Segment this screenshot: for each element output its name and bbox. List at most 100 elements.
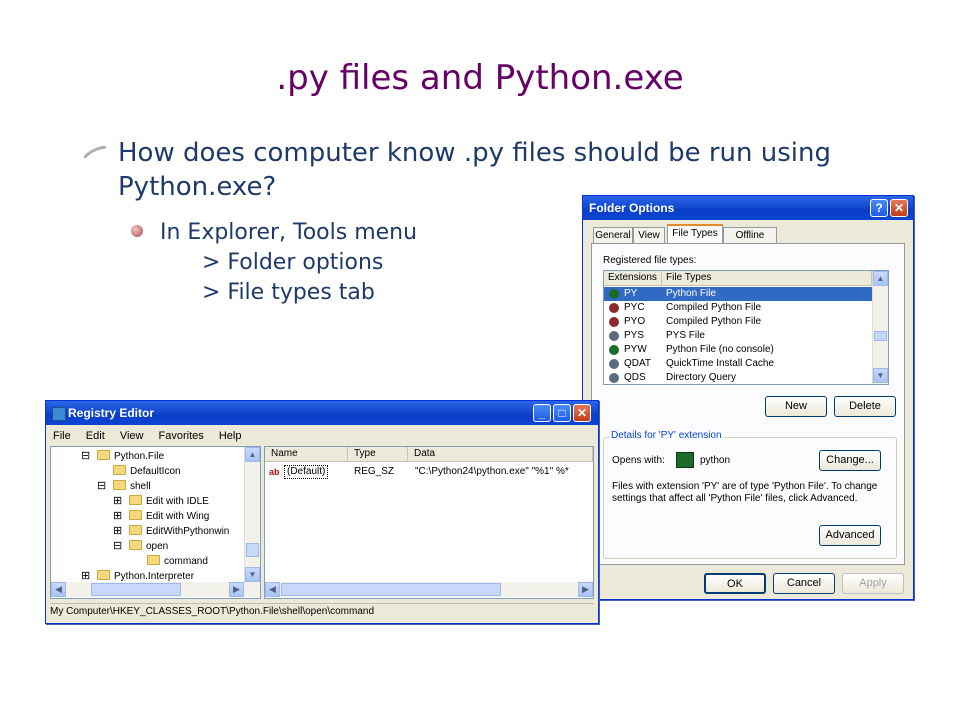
tree-key[interactable]: DefaultIcon <box>113 464 181 479</box>
value-name: (Default) <box>284 465 329 479</box>
file-type-row[interactable]: QDS Directory Query <box>604 371 872 384</box>
cancel-button[interactable]: Cancel <box>773 573 835 594</box>
folder-icon <box>113 465 126 475</box>
file-type-description: Python File <box>666 288 717 299</box>
tree-key-label: Edit with Wing <box>146 511 210 522</box>
tree-key[interactable]: ⊞ EditWithPythonwin <box>113 524 229 539</box>
tree-key-label: DefaultIcon <box>130 466 181 477</box>
new-button[interactable]: New <box>765 396 827 417</box>
menu-view[interactable]: View <box>120 430 144 442</box>
scroll-down-icon[interactable]: ▼ <box>873 368 888 383</box>
file-type-row[interactable]: PYC Compiled Python File <box>604 301 872 315</box>
file-type-icon <box>609 373 619 383</box>
file-type-row[interactable]: PYW Python File (no console) <box>604 343 872 357</box>
folder-icon <box>97 450 110 460</box>
tree-scroll-up-icon[interactable]: ▲ <box>245 447 260 462</box>
registry-title: Registry Editor <box>68 406 155 420</box>
folder-options-dialog: Folder Options ? ✕ General View File Typ… <box>582 195 914 600</box>
menu-file[interactable]: File <box>53 430 71 442</box>
values-pane[interactable]: Name Type Data ab (Default) REG_SZ "C:\P… <box>264 446 594 599</box>
tree-key[interactable]: ⊞ Edit with IDLE <box>113 494 209 509</box>
values-scroll-left-icon[interactable]: ◀ <box>265 582 280 597</box>
file-type-icon <box>609 345 619 355</box>
tree-key[interactable]: ⊞ Python.Interpreter <box>81 569 194 582</box>
tree-vscroll[interactable]: ▲ ▼ <box>244 447 260 582</box>
delete-button[interactable]: Delete <box>834 396 896 417</box>
menu-edit[interactable]: Edit <box>86 430 105 442</box>
tree-key-label: Python.File <box>114 451 165 462</box>
file-type-icon <box>609 303 619 313</box>
tree-scroll-left-icon[interactable]: ◀ <box>51 582 66 597</box>
menu-favorites[interactable]: Favorites <box>159 430 204 442</box>
change-button[interactable]: Change... <box>819 450 881 471</box>
collapse-icon[interactable]: ⊟ <box>81 449 90 464</box>
file-type-description: Compiled Python File <box>666 302 762 313</box>
tree-key[interactable]: ⊟ Python.File <box>81 449 165 464</box>
column-header-extensions[interactable]: Extensions <box>604 271 662 286</box>
folder-icon <box>113 480 126 490</box>
expand-icon[interactable]: ⊞ <box>113 524 122 539</box>
column-header-file-types[interactable]: File Types <box>662 271 872 286</box>
file-type-row[interactable]: PYS PYS File <box>604 329 872 343</box>
tree-hscroll[interactable]: ◀ ▶ <box>51 582 260 597</box>
collapse-icon[interactable]: ⊟ <box>113 539 122 554</box>
file-type-row[interactable]: PY Python File <box>604 287 872 301</box>
tab-panel: Registered file types: Extensions File T… <box>591 243 905 565</box>
bullet-dot-icon <box>131 225 143 237</box>
values-hscroll-thumb[interactable] <box>281 583 501 596</box>
opens-with-value: python <box>700 455 731 466</box>
file-types-scrollbar[interactable]: ▲ ▼ <box>872 271 888 384</box>
help-button[interactable]: ? <box>870 199 888 217</box>
tree-key[interactable]: ⊟ shell <box>97 479 151 494</box>
file-type-icon <box>609 359 619 369</box>
file-type-row[interactable]: QDAT QuickTime Install Cache <box>604 357 872 371</box>
file-types-list[interactable]: Extensions File Types PY Python File PYC Co… <box>603 270 889 385</box>
tree-key-label: open <box>146 541 169 552</box>
folder-options-titlebar[interactable]: Folder Options ? ✕ <box>583 196 913 220</box>
tab-offline-files[interactable]: Offline Files <box>723 227 777 256</box>
tree-key[interactable]: ⊟ open <box>113 539 169 554</box>
tree-scroll-down-icon[interactable]: ▼ <box>245 567 260 582</box>
scroll-up-icon[interactable]: ▲ <box>873 271 888 286</box>
registry-app-icon <box>52 407 66 421</box>
tab-general[interactable]: General <box>593 227 633 243</box>
registry-titlebar[interactable]: Registry Editor _ □ ✕ <box>46 401 598 425</box>
value-row-default[interactable]: ab (Default) REG_SZ "C:\Python24\python.… <box>265 464 593 479</box>
tree-hscroll-thumb[interactable] <box>91 583 181 596</box>
collapse-icon[interactable]: ⊟ <box>97 479 106 494</box>
tree-key[interactable]: ⊞ Edit with Wing <box>113 509 210 524</box>
scroll-thumb[interactable] <box>874 331 887 341</box>
expand-icon[interactable]: ⊞ <box>113 509 122 524</box>
column-header-type[interactable]: Type <box>348 447 408 462</box>
file-type-description: PYS File <box>666 330 705 341</box>
status-bar: My Computer\HKEY_CLASSES_ROOT\Python.Fil… <box>50 603 594 620</box>
close-button[interactable]: ✕ <box>890 199 908 217</box>
values-hscroll[interactable]: ◀ ▶ <box>265 582 593 597</box>
bullet-level-2: In Explorer, Tools menu > Folder options… <box>160 220 418 305</box>
tab-file-types[interactable]: File Types <box>667 224 723 244</box>
tab-view[interactable]: View <box>633 227 665 243</box>
folder-icon <box>129 495 142 505</box>
tree-scroll-thumb[interactable] <box>246 543 259 557</box>
folder-icon <box>97 570 110 580</box>
apply-button[interactable]: Apply <box>842 573 904 594</box>
key-tree-pane[interactable]: ⊟ Python.File DefaultIcon ⊟ shell ⊞ Edit with … <box>50 446 261 599</box>
file-extension: PYO <box>624 316 646 327</box>
column-header-data[interactable]: Data <box>408 447 593 462</box>
string-value-icon: ab <box>269 467 280 477</box>
file-extension: QDS <box>624 372 646 383</box>
menu-help[interactable]: Help <box>219 430 242 442</box>
advanced-button[interactable]: Advanced <box>819 525 881 546</box>
ok-button[interactable]: OK <box>704 573 766 594</box>
expand-icon[interactable]: ⊞ <box>81 569 90 582</box>
tree-key[interactable]: command <box>147 554 208 569</box>
folder-icon <box>147 555 160 565</box>
tree-scroll-right-icon[interactable]: ▶ <box>229 582 244 597</box>
expand-icon[interactable]: ⊞ <box>113 494 122 509</box>
maximize-button[interactable]: □ <box>553 404 571 422</box>
minimize-button[interactable]: _ <box>533 404 551 422</box>
column-header-name[interactable]: Name <box>265 447 348 462</box>
file-type-row[interactable]: PYO Compiled Python File <box>604 315 872 329</box>
values-scroll-right-icon[interactable]: ▶ <box>578 582 593 597</box>
registry-close-button[interactable]: ✕ <box>573 404 591 422</box>
